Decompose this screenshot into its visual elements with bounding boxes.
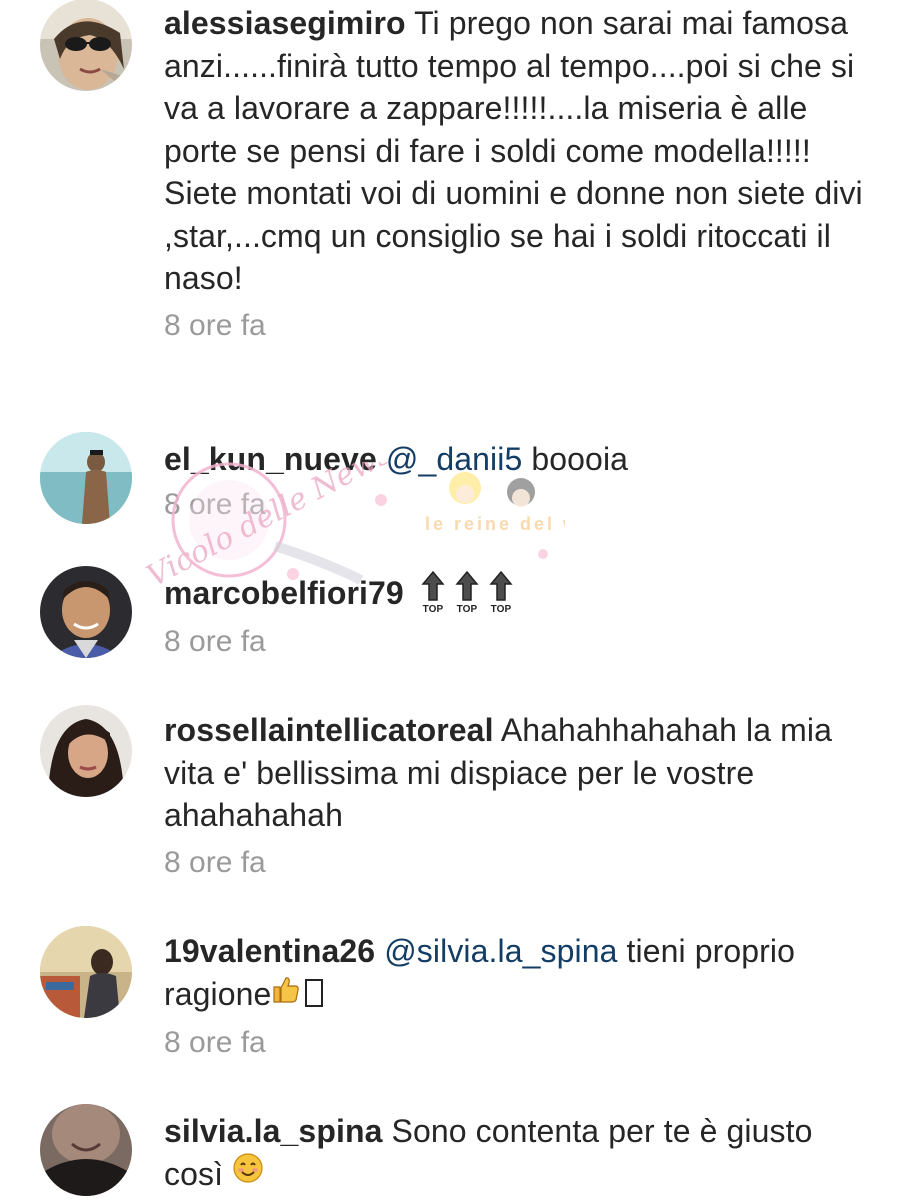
comment-username[interactable]: alessiasegimiro: [164, 5, 406, 41]
comment-body: Ti prego non sarai mai famosa anzi......…: [164, 5, 863, 296]
smiling-face-emoji-icon: [232, 1152, 264, 1195]
avatar-image: [40, 566, 132, 658]
top-arrow-label: TOP: [456, 604, 477, 614]
up-arrow-top-icon: TOP: [419, 570, 447, 614]
avatar[interactable]: [40, 566, 132, 658]
comment-timestamp: 8 ore fa: [164, 308, 266, 342]
comment-text: 19valentina26 @silvia.la_spina tieni pro…: [164, 930, 864, 1017]
avatar[interactable]: [40, 0, 132, 91]
avatar[interactable]: [40, 926, 132, 1018]
comment-body: boooia: [531, 441, 629, 477]
comment-timestamp: 8 ore fa: [164, 624, 266, 658]
top-arrow-label: TOP: [490, 604, 511, 614]
comment-username[interactable]: 19valentina26: [164, 933, 375, 969]
comment-username[interactable]: el_kun_nueve: [164, 441, 377, 477]
avatar-image: [40, 926, 132, 1018]
comment-timestamp: 8 ore fa: [164, 1026, 266, 1060]
comment-username[interactable]: rossellaintellicatoreal: [164, 712, 494, 748]
avatar-image: [40, 1104, 132, 1196]
comment-text: silvia.la_spina Sono contenta per te è g…: [164, 1110, 864, 1197]
avatar-image: [40, 705, 132, 797]
up-arrow-top-icon: TOP: [453, 570, 481, 614]
avatar-image: [40, 0, 132, 91]
comment-timestamp: 8 ore fa: [164, 845, 266, 879]
avatar[interactable]: [40, 705, 132, 797]
comment-text: el_kun_nueve @_danii5 boooia: [164, 438, 864, 481]
comment-text: alessiasegimiro Ti prego non sarai mai f…: [164, 2, 864, 300]
avatar[interactable]: [40, 1104, 132, 1196]
comment-timestamp: 8 ore fa: [164, 487, 266, 521]
top-arrow-label: TOP: [422, 604, 443, 614]
avatar-image: [40, 432, 132, 524]
avatar[interactable]: [40, 432, 132, 524]
comment-mention-link[interactable]: @_danii5: [386, 441, 523, 477]
comment-username[interactable]: marcobelfiori79: [164, 575, 404, 611]
comment-text: marcobelfiori79 TOP TOP TOP: [164, 570, 864, 618]
comment-text: rossellaintellicatoreal Ahahahhahahah la…: [164, 709, 864, 837]
comment-mention-link[interactable]: @silvia.la_spina: [384, 933, 617, 969]
thumbs-up-emoji-icon: [271, 972, 301, 1015]
up-arrow-top-icon: TOP: [487, 570, 515, 614]
missing-glyph-icon: [305, 979, 324, 1008]
comment-username[interactable]: silvia.la_spina: [164, 1113, 383, 1149]
